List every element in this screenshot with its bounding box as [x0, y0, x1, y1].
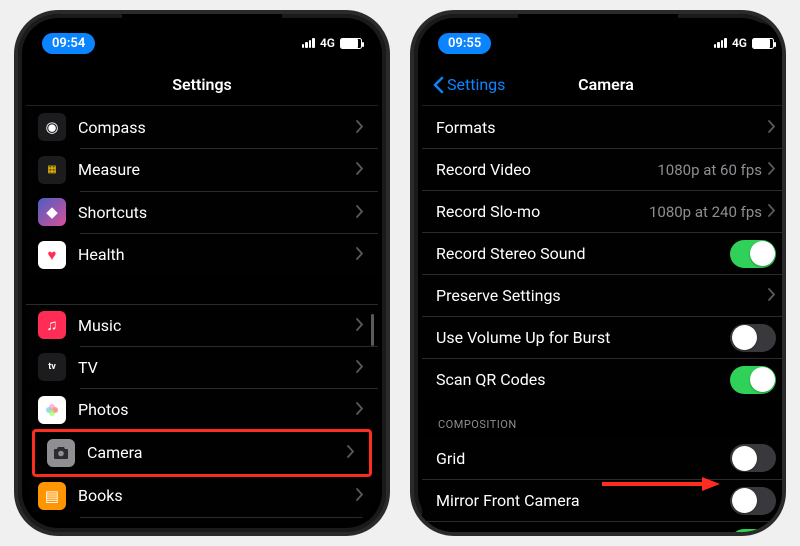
settings-list[interactable]: ◉ Compass ▦ Measure ◆ Shortcuts ♥ Health — [26, 106, 378, 524]
status-indicators: 4G — [302, 36, 362, 50]
compass-icon: ◉ — [38, 113, 66, 141]
back-label: Settings — [447, 75, 505, 94]
battery-icon — [752, 38, 774, 49]
chevron-right-icon — [356, 486, 364, 505]
page-title: Camera — [578, 75, 634, 94]
settings-row-shortcuts[interactable]: ◆ Shortcuts — [26, 191, 378, 233]
row-label: Compass — [78, 118, 356, 137]
chevron-right-icon — [768, 286, 776, 305]
status-indicators: 4G — [714, 36, 774, 50]
screen-camera: 09:55 4G Settings Camera Formats Record … — [422, 22, 786, 536]
chevron-right-icon — [356, 160, 364, 179]
settings-row-books[interactable]: ▤ Books — [26, 475, 378, 517]
settings-row-camera[interactable]: Camera — [35, 432, 369, 474]
nav-bar: Settings Camera — [422, 64, 786, 106]
chevron-right-icon — [356, 316, 364, 335]
toggle-volume-burst[interactable] — [730, 324, 776, 352]
row-formats[interactable]: Formats — [422, 106, 786, 148]
back-button[interactable]: Settings — [432, 75, 505, 94]
phone-settings: 09:54 4G Settings ◉ Compass ▦ Measure — [14, 10, 390, 536]
row-label: Preserve Settings — [436, 286, 768, 305]
settings-row-music[interactable]: ♫ Music — [26, 304, 378, 346]
row-label: Camera — [87, 443, 347, 462]
row-label: Music — [78, 316, 356, 335]
row-label: Use Volume Up for Burst — [436, 328, 730, 347]
measure-icon: ▦ — [38, 156, 66, 184]
row-label: Mirror Front Camera — [436, 491, 730, 510]
row-label: Health — [78, 245, 356, 264]
signal-icon — [302, 38, 315, 48]
settings-row-photos[interactable]: Photos — [26, 389, 378, 431]
row-label: Shortcuts — [78, 203, 356, 222]
chevron-right-icon — [347, 443, 355, 462]
music-icon: ♫ — [38, 311, 66, 339]
tv-icon: tv — [38, 353, 66, 381]
notch — [518, 14, 678, 40]
shortcuts-icon: ◆ — [38, 198, 66, 226]
row-record-video[interactable]: Record Video 1080p at 60 fps — [422, 148, 786, 190]
row-volume-burst[interactable]: Use Volume Up for Burst — [422, 316, 786, 358]
toggle-stereo-sound[interactable] — [730, 240, 776, 268]
row-label: View Outside the Frame — [436, 533, 730, 536]
settings-row-tv[interactable]: tv TV — [26, 346, 378, 388]
camera-icon — [47, 439, 75, 467]
chevron-left-icon — [432, 76, 444, 94]
row-preserve-settings[interactable]: Preserve Settings — [422, 274, 786, 316]
row-label: Formats — [436, 118, 768, 137]
toggle-grid[interactable] — [730, 444, 776, 472]
notch — [122, 14, 282, 40]
row-label: TV — [78, 358, 356, 377]
highlight-camera-row: Camera — [32, 429, 372, 477]
row-label: Grid — [436, 449, 730, 468]
camera-settings-list[interactable]: Formats Record Video 1080p at 60 fps Rec… — [422, 106, 786, 536]
toggle-mirror-front-camera[interactable] — [730, 487, 776, 515]
phone-camera-settings: 09:55 4G Settings Camera Formats Record … — [410, 10, 786, 536]
row-grid[interactable]: Grid — [422, 437, 786, 479]
status-time: 09:55 — [438, 33, 491, 54]
row-label: Photos — [78, 400, 356, 419]
battery-icon — [340, 38, 362, 49]
nav-bar: Settings — [26, 64, 378, 106]
section-divider — [26, 276, 378, 304]
chevron-right-icon — [356, 203, 364, 222]
row-label: Record Slo-mo — [436, 202, 649, 221]
scroll-indicator[interactable] — [371, 314, 374, 346]
chevron-right-icon — [356, 400, 364, 419]
chevron-right-icon — [768, 202, 776, 221]
chevron-right-icon — [356, 118, 364, 137]
settings-row-podcasts[interactable]: ◉ Podcasts — [26, 517, 378, 524]
row-label: Record Stereo Sound — [436, 244, 730, 263]
books-icon: ▤ — [38, 482, 66, 510]
row-view-outside-frame[interactable]: View Outside the Frame — [422, 521, 786, 536]
row-stereo-sound[interactable]: Record Stereo Sound — [422, 232, 786, 274]
network-label: 4G — [732, 36, 747, 50]
toggle-view-outside-frame[interactable] — [730, 529, 776, 537]
signal-icon — [714, 38, 727, 48]
row-label: Books — [78, 486, 356, 505]
chevron-right-icon — [768, 118, 776, 137]
row-label: Scan QR Codes — [436, 370, 730, 389]
screen-settings: 09:54 4G Settings ◉ Compass ▦ Measure — [26, 22, 378, 524]
row-label: Record Video — [436, 160, 657, 179]
chevron-right-icon — [356, 358, 364, 377]
row-scan-qr[interactable]: Scan QR Codes — [422, 358, 786, 400]
row-label: Measure — [78, 160, 356, 179]
settings-row-health[interactable]: ♥ Health — [26, 234, 378, 276]
photos-icon — [38, 396, 66, 424]
row-value: 1080p at 240 fps — [649, 203, 762, 221]
row-record-slomo[interactable]: Record Slo-mo 1080p at 240 fps — [422, 190, 786, 232]
settings-row-compass[interactable]: ◉ Compass — [26, 106, 378, 148]
section-header-composition: COMPOSITION — [422, 400, 786, 437]
status-time: 09:54 — [42, 33, 95, 54]
row-value: 1080p at 60 fps — [657, 161, 762, 179]
chevron-right-icon — [356, 245, 364, 264]
settings-row-measure[interactable]: ▦ Measure — [26, 149, 378, 191]
chevron-right-icon — [768, 160, 776, 179]
network-label: 4G — [320, 36, 335, 50]
health-icon: ♥ — [38, 241, 66, 269]
page-title: Settings — [172, 75, 232, 94]
row-mirror-front-camera[interactable]: Mirror Front Camera — [422, 479, 786, 521]
toggle-scan-qr[interactable] — [730, 366, 776, 394]
